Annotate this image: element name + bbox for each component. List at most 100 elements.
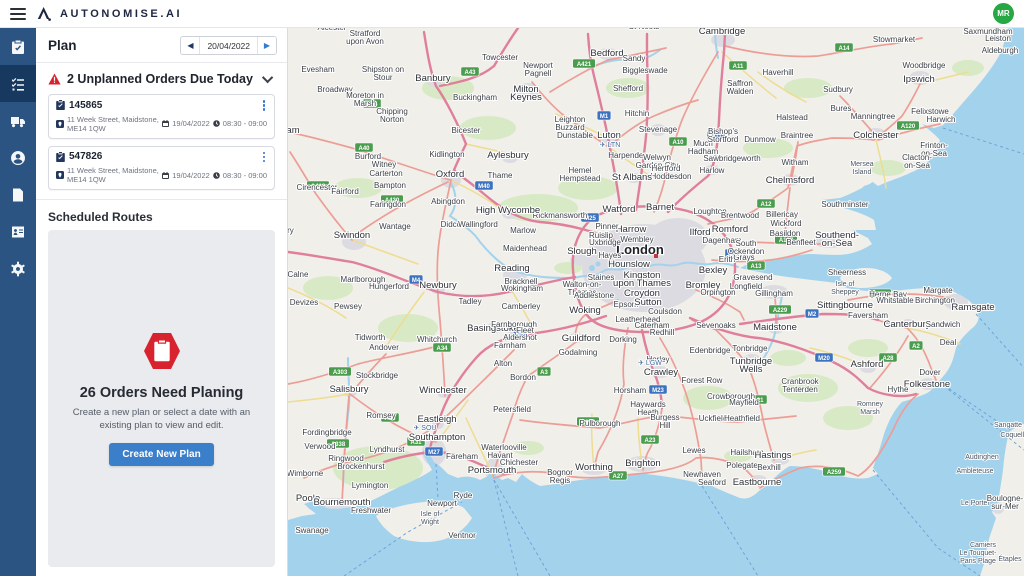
map-label: Bordon xyxy=(510,373,536,382)
map-label: Biggleswade xyxy=(622,66,668,75)
map-label: Freshwater xyxy=(351,506,391,515)
map-label: Sheerness xyxy=(828,268,866,277)
order-card[interactable]: 547826 11 Week Street, Maidstone, ME14 1… xyxy=(48,146,275,191)
order-menu-kebab-icon[interactable] xyxy=(261,99,268,112)
map-label: Winchester xyxy=(419,385,467,396)
create-new-plan-button[interactable]: Create New Plan xyxy=(109,443,213,466)
map-label: Birchington xyxy=(915,296,955,305)
map-label: Ipswich xyxy=(903,74,935,85)
map-label: Sawbridgeworth xyxy=(703,154,760,163)
map-label: SaffronWalden xyxy=(727,79,754,96)
map-label: Andover xyxy=(369,343,399,352)
map-label: Canterbury xyxy=(884,319,931,330)
map[interactable]: M40M4M1M11M25M25M3M23M20M2M27A34A3A21A23… xyxy=(288,28,1024,576)
order-menu-kebab-icon[interactable] xyxy=(261,151,268,164)
sidebar-item-fleet[interactable] xyxy=(0,102,36,139)
map-label: Mayfield xyxy=(729,398,759,407)
road-badge: A11 xyxy=(729,61,747,70)
empty-state: 26 Orders Need Planing Create a new plan… xyxy=(58,331,266,467)
svg-text:M23: M23 xyxy=(652,388,664,394)
map-label: Woking xyxy=(569,305,601,316)
svg-text:A34: A34 xyxy=(436,346,448,352)
map-label: Crawley xyxy=(644,367,679,378)
map-label: Ashford xyxy=(851,359,884,370)
map-label: Wickford xyxy=(770,219,801,228)
road-badge: M23 xyxy=(649,385,667,394)
map-label: Reading xyxy=(494,263,529,274)
order-id: 547826 xyxy=(69,151,261,162)
road-badge: A23 xyxy=(641,435,659,444)
sidebar-rail xyxy=(0,28,36,576)
order-id: 145865 xyxy=(69,100,261,111)
avatar[interactable]: MR xyxy=(993,3,1014,24)
order-address: 11 Week Street, Maidstone, ME14 1QW xyxy=(67,115,162,133)
map-label: Hoddesdon xyxy=(651,172,692,181)
unplanned-orders-header[interactable]: 2 Unplanned Orders Due Today xyxy=(36,63,287,94)
map-label: Malmesbury xyxy=(288,226,294,235)
order-time: 08:30 - 09:00 xyxy=(223,119,267,128)
road-badge: A40 xyxy=(355,143,373,152)
map-label: Marlow xyxy=(510,226,536,235)
map-label: Sandy xyxy=(623,54,646,63)
road-badge: M27 xyxy=(425,447,443,456)
map-label: Folkestone xyxy=(904,379,950,390)
map-label: Dunmow xyxy=(744,135,776,144)
map-label: Tadley xyxy=(458,297,481,306)
map-label: Benfleet xyxy=(786,238,816,247)
map-label: Pinner xyxy=(595,222,618,231)
sidebar-item-reports[interactable] xyxy=(0,176,36,213)
map-label: Sandwich xyxy=(926,320,961,329)
svg-text:M2: M2 xyxy=(808,312,817,318)
map-label: RomneyMarsh xyxy=(857,401,884,416)
svg-text:A229: A229 xyxy=(773,308,788,314)
map-label: Uckfield xyxy=(699,414,727,423)
order-time: 08:30 - 09:00 xyxy=(223,171,267,180)
svg-text:A303: A303 xyxy=(333,370,348,376)
sidebar-item-orders[interactable] xyxy=(0,65,36,102)
road-badge: A303 xyxy=(329,367,352,376)
map-label: Alton xyxy=(494,359,512,368)
map-label: Chelmsford xyxy=(766,175,815,186)
map-label: Buckingham xyxy=(453,93,497,102)
map-label: Newbury xyxy=(419,280,457,291)
map-canvas[interactable]: M40M4M1M11M25M25M3M23M20M2M27A34A3A21A23… xyxy=(288,28,1024,576)
map-label: Eastleigh xyxy=(417,414,456,425)
map-label: Wantage xyxy=(379,222,411,231)
map-green-area xyxy=(770,350,806,366)
map-label: Godalming xyxy=(559,348,598,357)
svg-text:A421: A421 xyxy=(577,62,592,68)
date-prev-button[interactable]: ◀ xyxy=(181,37,200,54)
date-next-button[interactable]: ▶ xyxy=(257,37,276,54)
sidebar-item-drivers[interactable] xyxy=(0,139,36,176)
date-value[interactable]: 20/04/2022 xyxy=(200,37,257,54)
map-label: ✈ LGW xyxy=(638,360,662,367)
clock-icon xyxy=(213,172,220,179)
map-label: Sangatte xyxy=(994,422,1022,429)
map-label: Swindon xyxy=(334,230,370,241)
map-label: Ambleteuse xyxy=(957,468,994,475)
map-label: Dover xyxy=(919,368,941,377)
map-label: Hungerford xyxy=(369,282,409,291)
date-picker: ◀ 20/04/2022 ▶ xyxy=(180,36,277,55)
topbar: AUTONOMISE.AI MR xyxy=(0,0,1024,28)
sidebar-item-settings[interactable] xyxy=(0,250,36,287)
map-label: Le Touquet-Paris Plage xyxy=(960,550,998,565)
hamburger-menu-icon[interactable] xyxy=(10,8,26,20)
svg-text:A11: A11 xyxy=(733,64,744,70)
map-label: Haverhill xyxy=(762,68,793,77)
sidebar-item-plan[interactable] xyxy=(0,28,36,65)
map-label: Stockbridge xyxy=(356,371,399,380)
map-label: St Albans xyxy=(612,172,652,183)
sidebar-item-contacts[interactable] xyxy=(0,213,36,250)
road-badge: A13 xyxy=(747,261,765,270)
map-label: Camiers xyxy=(970,542,997,549)
map-label: LeightonBuzzard xyxy=(555,115,586,132)
map-label: Oxford xyxy=(436,169,465,180)
map-label: Southminster xyxy=(821,200,868,209)
map-label: Woodbridge xyxy=(903,61,947,70)
map-label: Slough xyxy=(567,246,597,257)
map-label: Brighton xyxy=(625,458,660,469)
map-label: Kidlington xyxy=(429,150,464,159)
map-label: Pewsey xyxy=(334,302,362,311)
order-card[interactable]: 145865 11 Week Street, Maidstone, ME14 1… xyxy=(48,94,275,139)
